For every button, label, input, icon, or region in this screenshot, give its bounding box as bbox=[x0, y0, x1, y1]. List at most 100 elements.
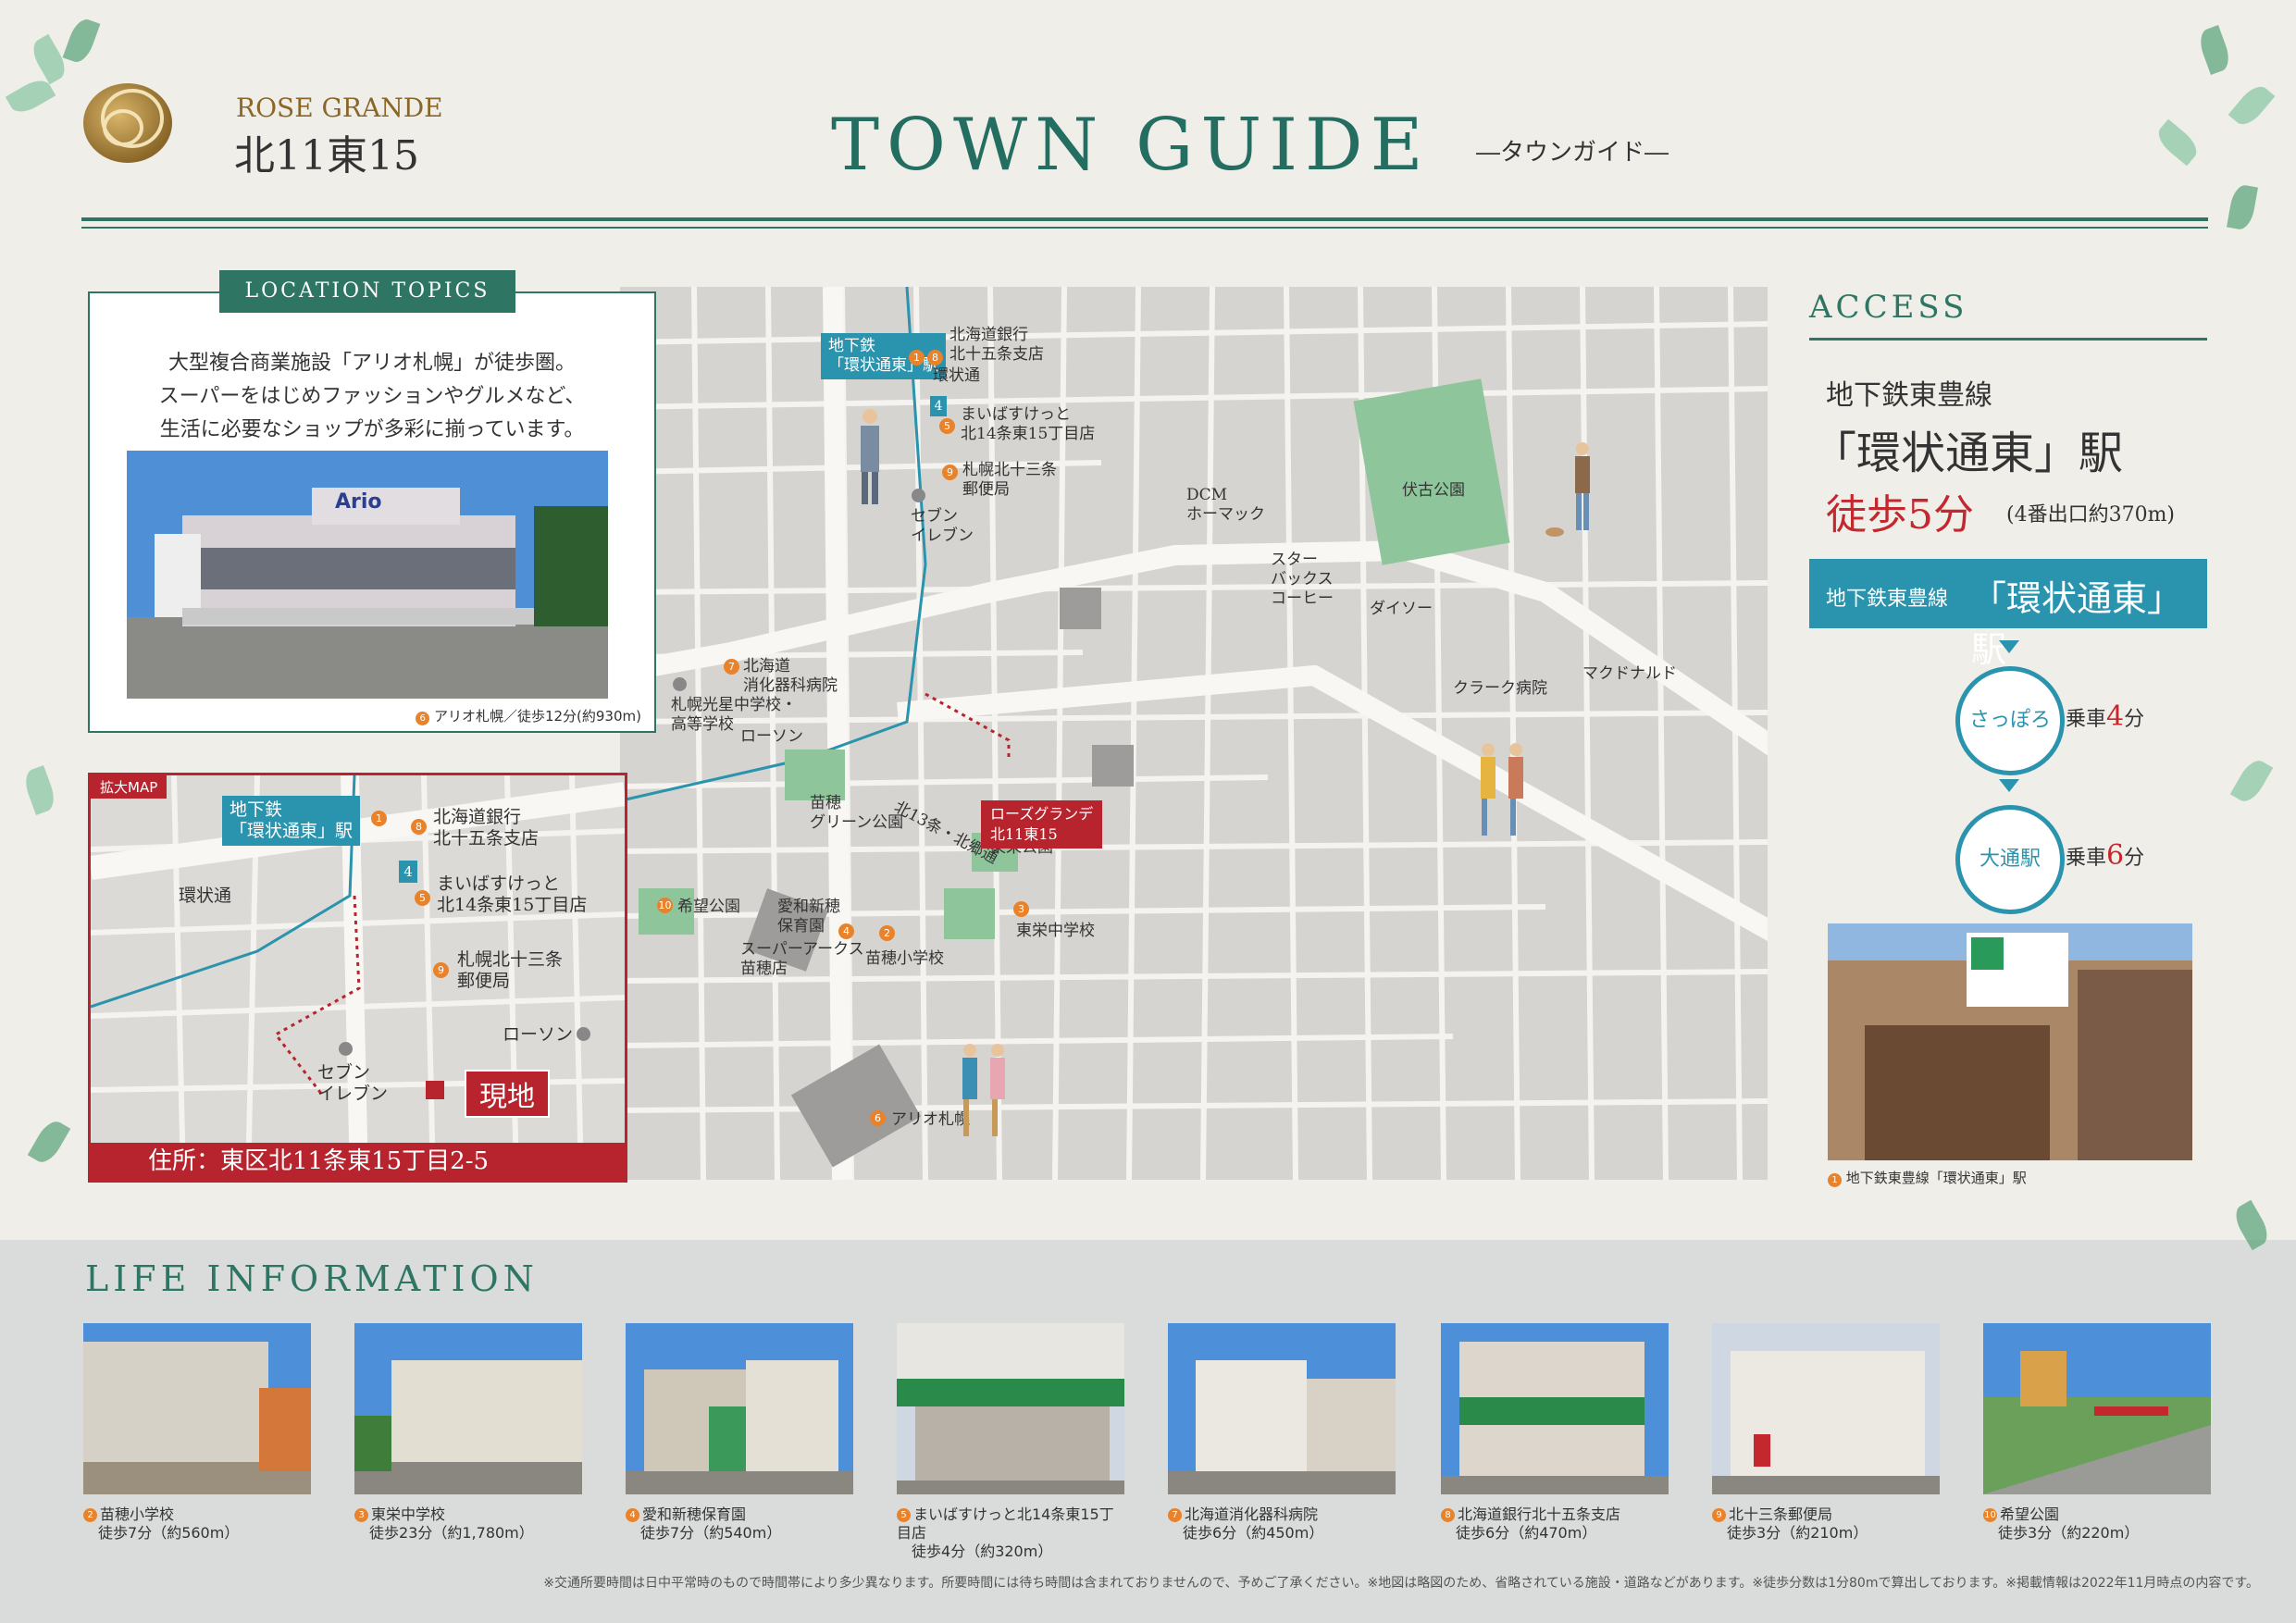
route-arrow bbox=[1999, 779, 2019, 792]
map-marker-2: 2 bbox=[879, 925, 895, 941]
life-caption: 2 苗穂小学校 徒歩7分（約560m） bbox=[83, 1505, 311, 1542]
station-photo bbox=[1828, 923, 2192, 1160]
station-photo-caption: 1 地下鉄東豊線「環状通東」駅 bbox=[1828, 1168, 2027, 1187]
small-map-dot bbox=[339, 1042, 353, 1056]
map-marker-7: 7 bbox=[724, 659, 739, 675]
map-label-lawson: ローソン bbox=[740, 727, 803, 746]
map-marker-6: 6 bbox=[870, 1110, 886, 1126]
map-dot bbox=[912, 489, 925, 502]
topics-caption-marker: 6 bbox=[416, 712, 430, 725]
route-arrow bbox=[1999, 640, 2019, 653]
access-station-box: 地下鉄東豊線 「環状通東」駅 bbox=[1809, 559, 2207, 670]
map-marker-8: 8 bbox=[927, 350, 943, 365]
map-label-digestive: 北海道 消化器科病院 bbox=[743, 657, 838, 695]
map-label-naebopark: 苗穂 グリーン公園 bbox=[810, 794, 904, 832]
area-map: 地下鉄 「環状通東」駅 1 8 北海道銀行 北十五条支店 環状通 4 5 まいば… bbox=[620, 287, 1768, 1180]
small-map-label-mybasket: まいばすけっと 北14条東15丁目店 bbox=[437, 873, 588, 915]
map-label-naeboes: 苗穂小学校 bbox=[865, 949, 944, 968]
access-walk: 徒歩5分 bbox=[1826, 491, 1974, 539]
page-title: TOWN GUIDE bbox=[831, 104, 1431, 187]
access-line: 地下鉄東豊線 bbox=[1826, 379, 1992, 412]
map-label-arcs: スーパーアークス 苗穂店 bbox=[740, 940, 864, 978]
life-photo bbox=[354, 1323, 582, 1494]
life-photo bbox=[1712, 1323, 1940, 1494]
map-label-dcm: DCM ホーマック bbox=[1186, 486, 1265, 524]
enlarged-map-tag: 拡大MAP bbox=[91, 775, 168, 799]
footnote: ※交通所要時間は日中平常時のもので時間帯により多少異なります。所要時間には待ち時… bbox=[543, 1576, 2259, 1591]
small-map-marker-1: 1 bbox=[371, 811, 387, 826]
life-caption: 10 希望公園 徒歩3分（約220m） bbox=[1983, 1505, 2140, 1542]
map-label-aiwa: 愛和新穂 保育園 bbox=[777, 898, 840, 935]
map-label-bank: 北海道銀行 北十五条支店 bbox=[949, 326, 1044, 364]
couple-illustration bbox=[1481, 743, 1523, 836]
map-marker-3: 3 bbox=[1013, 901, 1029, 917]
map-label-daiso: ダイソー bbox=[1370, 600, 1433, 618]
small-map-station-label: 地下鉄 「環状通東」駅 bbox=[222, 796, 361, 846]
access-box-station: 「環状通東」駅 bbox=[1971, 578, 2183, 670]
property-name: 北11東15 bbox=[234, 132, 419, 180]
life-photo bbox=[1441, 1323, 1669, 1494]
header-rule bbox=[81, 217, 2208, 221]
life-photo bbox=[626, 1323, 853, 1494]
small-map-label-bank: 北海道銀行 北十五条支店 bbox=[433, 807, 540, 849]
life-photo bbox=[1168, 1323, 1396, 1494]
map-label-kanjo: 環状通 bbox=[933, 366, 980, 385]
couple-illustration bbox=[962, 1044, 1005, 1136]
enlarged-map: 拡大MAP 地下鉄 「環状通東」駅 1 8 北海道銀行 北十五条支店 4 5 ま… bbox=[88, 773, 627, 1183]
brand-logo bbox=[81, 81, 174, 165]
map-dot bbox=[673, 677, 687, 691]
map-label-post: 札幌北十三条 郵便局 bbox=[962, 461, 1057, 499]
header-rule-thin bbox=[81, 227, 2208, 229]
access-station: 「環状通東」駅 bbox=[1812, 427, 2124, 479]
page-subtitle: ―タウンガイド― bbox=[1476, 139, 1669, 167]
life-photo bbox=[83, 1323, 311, 1494]
route-station-sapporo: さっぽろ bbox=[1955, 666, 2065, 775]
life-item: 10 希望公園 徒歩3分（約220m） bbox=[1983, 1323, 2211, 1542]
topics-caption-text: アリオ札幌／徒歩12分(約930m) bbox=[433, 708, 641, 725]
map-marker-4: 4 bbox=[838, 923, 854, 939]
map-label-clark: クラーク病院 bbox=[1453, 679, 1547, 698]
life-caption: 3 東栄中学校 徒歩23分（約1,780m） bbox=[354, 1505, 582, 1542]
site-label: 現地 bbox=[465, 1070, 550, 1118]
access-title: ACCESS bbox=[1809, 289, 1968, 326]
life-information-title: LIFE INFORMATION bbox=[85, 1258, 539, 1299]
life-item: 5 まいばすけっと北14条東15丁目店 徒歩4分（約320m） bbox=[897, 1323, 1124, 1561]
life-item: 3 東栄中学校 徒歩23分（約1,780m） bbox=[354, 1323, 582, 1542]
route-time-odori: 乗車6分 bbox=[2066, 839, 2145, 872]
life-caption: 8 北海道銀行北十五条支店 徒歩6分（約470m） bbox=[1441, 1505, 1669, 1542]
address-bar: 住所：東区北11条東15丁目2-5 bbox=[91, 1143, 625, 1180]
small-map-exit-marker: 4 bbox=[399, 861, 417, 883]
access-walk-note: (4番出口約370m) bbox=[2006, 503, 2176, 527]
map-label-toeijh: 東栄中学校 bbox=[1016, 922, 1095, 940]
life-caption: 7 北海道消化器科病院 徒歩6分（約450m） bbox=[1168, 1505, 1396, 1542]
map-marker-5: 5 bbox=[939, 418, 955, 434]
topics-caption: 6 アリオ札幌／徒歩12分(約930m) bbox=[416, 706, 641, 725]
map-label-fushiko: 伏古公園 bbox=[1402, 481, 1465, 500]
map-label-starbucks: スター バックス コーヒー bbox=[1271, 551, 1334, 608]
life-item: 9 北十三条郵便局 徒歩3分（約210m） bbox=[1712, 1323, 1940, 1542]
small-map-dot bbox=[577, 1027, 590, 1041]
brand-name: ROSE GRANDE bbox=[236, 93, 443, 123]
small-map-marker-9: 9 bbox=[433, 962, 449, 978]
dog-walker-illustration bbox=[1545, 442, 1590, 537]
life-caption: 4 愛和新穂保育園 徒歩7分（約540m） bbox=[626, 1505, 853, 1542]
ario-sapporo-photo: Ario bbox=[127, 451, 608, 699]
map-label-mcd: マクドナルド bbox=[1582, 664, 1677, 683]
location-topics-panel: 大型複合商業施設「アリオ札幌」が徒歩圏。 スーパーをはじめファッションやグルメな… bbox=[88, 291, 656, 733]
access-rule bbox=[1809, 338, 2207, 341]
life-photo bbox=[1983, 1323, 2211, 1494]
access-box-line: 地下鉄東豊線 bbox=[1826, 588, 1949, 611]
small-map-marker-8: 8 bbox=[411, 819, 427, 835]
life-photo bbox=[897, 1323, 1124, 1494]
life-item: 4 愛和新穂保育園 徒歩7分（約540m） bbox=[626, 1323, 853, 1542]
small-map-label-post: 札幌北十三条 郵便局 bbox=[457, 949, 564, 991]
life-item: 2 苗穂小学校 徒歩7分（約560m） bbox=[83, 1323, 311, 1542]
small-map-label-lawson: ローソン bbox=[503, 1024, 574, 1045]
map-site-marker: ローズグランデ 北11東15 bbox=[981, 800, 1103, 849]
map-label-seven: セブン イレブン bbox=[911, 507, 974, 545]
small-map-label-seven: セブン イレブン bbox=[317, 1062, 389, 1104]
map-label-mybasket: まいばすけっと 北14条東15丁目店 bbox=[961, 405, 1096, 443]
map-marker-1: 1 bbox=[909, 350, 925, 365]
map-marker-10: 10 bbox=[657, 898, 673, 913]
life-item: 8 北海道銀行北十五条支店 徒歩6分（約470m） bbox=[1441, 1323, 1669, 1542]
